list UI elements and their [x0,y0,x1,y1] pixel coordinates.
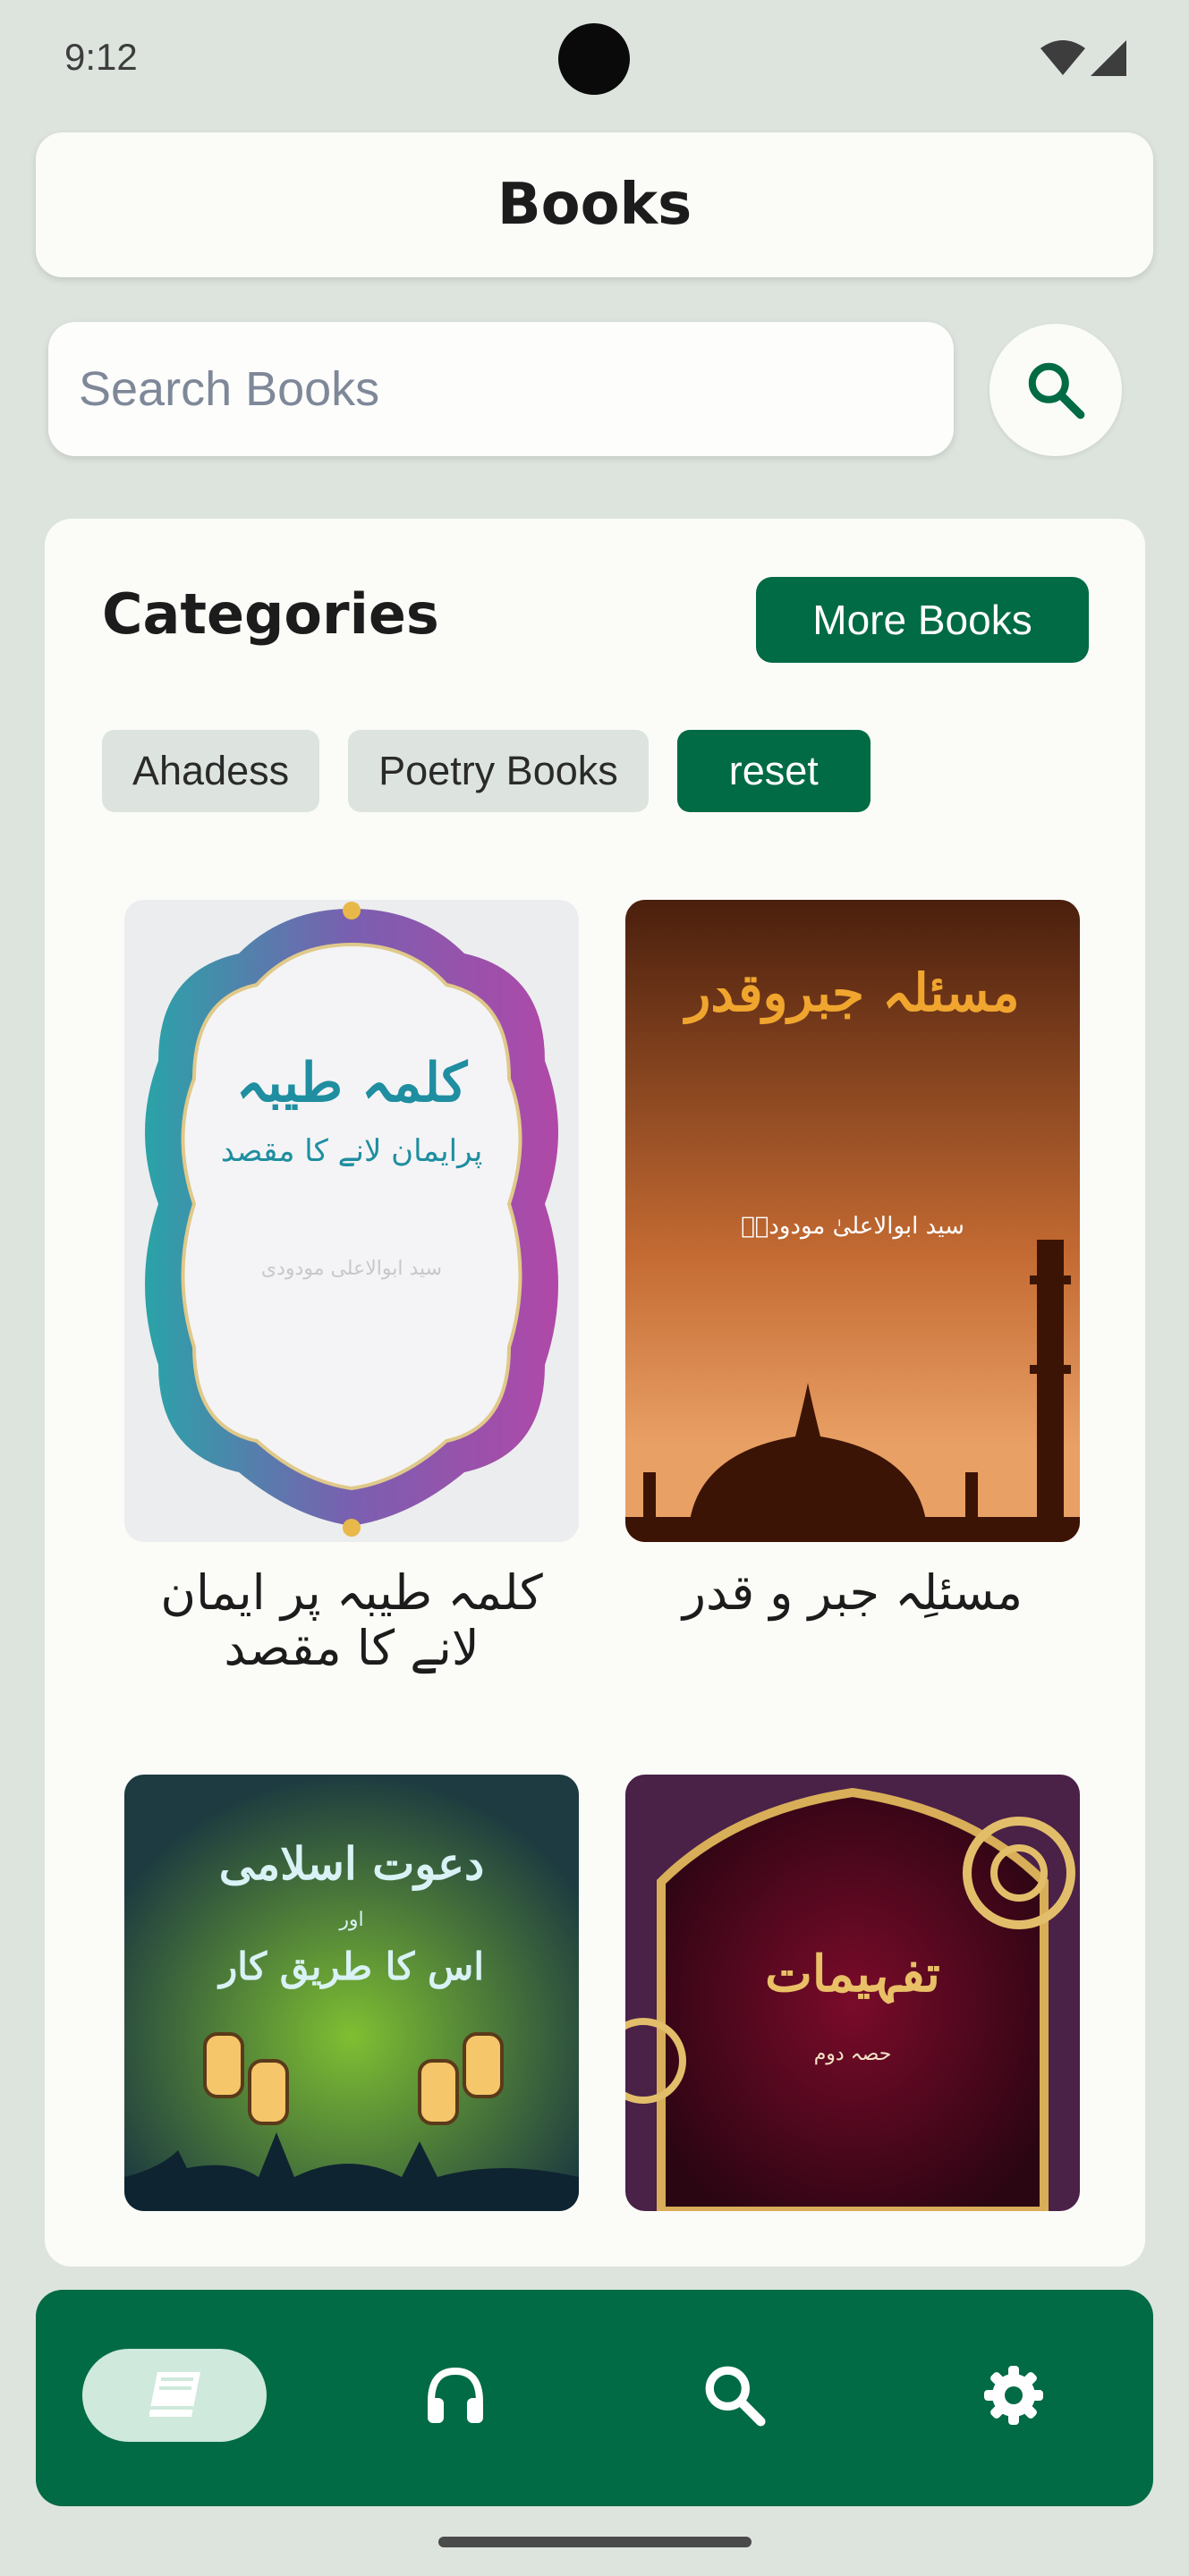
nav-search[interactable] [642,2349,827,2442]
cover-subtitle: حصہ دوم [813,2043,892,2065]
nav-audio[interactable] [363,2349,548,2442]
headphones-icon [428,2367,483,2423]
search-input[interactable] [79,361,954,417]
cover-subtitle: پرایمان لانے کا مقصد [220,1133,483,1169]
chip-poetry-books[interactable]: Poetry Books [348,730,649,812]
cellular-signal-icon [1091,40,1126,76]
more-books-button[interactable]: More Books [756,577,1089,663]
cover-title: کلمہ طیبہ [235,1052,468,1114]
category-chips: Ahadess Poetry Books reset [102,730,871,812]
book-cover[interactable]: مسئلہ جبروقدر سید ابوالاعلیٰ مودودیؒ [625,900,1080,1542]
screen: 9:12 Books Categories More Books Ahadess… [0,0,1189,2576]
nav-books[interactable] [82,2349,267,2442]
chip-reset[interactable]: reset [676,730,871,812]
cover-title: دعوت اسلامی [218,1837,485,1890]
cover-author: سید ابوالاعلی مودودی [260,1258,443,1280]
cover-title: مسئلہ جبروقدر [685,962,1020,1023]
cover-author: سید ابوالاعلیٰ مودودیؒ [741,1213,964,1240]
section-title: Categories [102,581,439,647]
gesture-home-bar[interactable] [438,2537,752,2547]
book-card[interactable]: تفہیمات حصہ دوم [625,1775,1080,2211]
book-cover[interactable]: کلمہ طیبہ پرایمان لانے کا مقصد سید ابوال… [124,900,579,1542]
status-time: 9:12 [64,36,138,78]
status-bar: 9:12 [0,0,1189,116]
book-card[interactable]: مسئلہ جبروقدر سید ابوالاعلیٰ مودودیؒ مسئ… [625,900,1080,1621]
search-box[interactable] [48,322,954,456]
status-icons [1040,39,1126,77]
camera-cutout [558,23,630,95]
categories-card: Categories More Books Ahadess Poetry Boo… [45,519,1145,2267]
gear-icon [984,2366,1043,2425]
search-button[interactable] [989,324,1122,456]
app-header: Books [36,132,1153,277]
book-cover[interactable]: دعوت اسلامی اور اس کا طریق کار [124,1775,579,2211]
cover-title: تفہیمات [765,1945,940,2004]
cover-subtitle: اس کا طریق کار [219,1945,484,1988]
search-icon [705,2366,766,2427]
nav-settings[interactable] [921,2349,1106,2442]
search-icon [1028,362,1085,419]
book-cover[interactable]: تفہیمات حصہ دوم [625,1775,1080,2211]
book-card[interactable]: دعوت اسلامی اور اس کا طریق کار [124,1775,579,2211]
bottom-navigation [36,2290,1153,2506]
cover-mid: اور [339,1909,364,1931]
book-title: کلمہ طیبہ پر ایمان لانے کا مقصد [160,1564,543,1676]
book-title: مسئلِہ جبر و قدر [682,1564,1023,1621]
chip-ahadess[interactable]: Ahadess [102,730,320,812]
wifi-icon [1040,40,1085,75]
book-card[interactable]: کلمہ طیبہ پرایمان لانے کا مقصد سید ابوال… [124,900,579,1676]
books-icon [145,2372,200,2419]
page-title: Books [497,172,692,238]
